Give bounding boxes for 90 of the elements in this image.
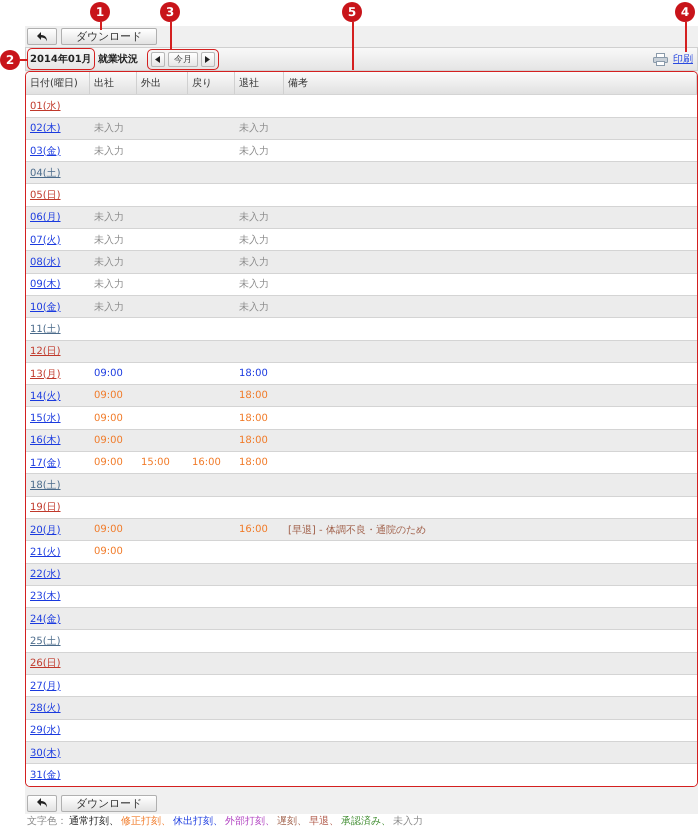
callout-number: 2: [0, 50, 20, 70]
date-link[interactable]: 10(金): [30, 302, 61, 313]
time-cell-text: 未入力: [238, 123, 269, 134]
date-link[interactable]: 05(日): [30, 190, 61, 202]
legend-item: 早退、: [309, 816, 339, 828]
time-cell-text: 18:00: [238, 434, 268, 446]
legend-item: 遅刻、: [277, 816, 307, 828]
time-cell-text: 09:00: [93, 524, 123, 536]
callout-number: 5: [342, 2, 362, 22]
callout-number: 4: [675, 2, 695, 22]
download-button[interactable]: ダウンロード: [61, 794, 157, 812]
legend-item: 承認済み、: [341, 816, 391, 828]
time-cell-text: 未入力: [93, 257, 124, 268]
date-link[interactable]: 12(日): [30, 346, 61, 358]
time-cell-text: 未入力: [238, 212, 269, 224]
date-link[interactable]: 14(火): [30, 390, 61, 402]
back-arrow-icon: [36, 798, 48, 808]
date-link[interactable]: 06(月): [30, 212, 61, 224]
back-arrow-icon: [36, 32, 48, 42]
month-label: 2014年01月: [27, 48, 95, 70]
note-cell-text: [早退] - 体調不良・通院のため: [287, 524, 426, 536]
time-cell-text: 未入力: [238, 302, 269, 313]
time-cell-text: 15:00: [140, 457, 170, 468]
left-triangle-icon: [155, 56, 160, 62]
time-cell-text: 未入力: [93, 234, 124, 246]
callout-number: 3: [160, 2, 180, 22]
print-link[interactable]: 印刷: [673, 52, 693, 66]
date-link[interactable]: 20(月): [30, 524, 61, 536]
date-link[interactable]: 25(土): [30, 636, 61, 648]
date-link[interactable]: 27(月): [30, 680, 61, 692]
time-cell-text: 未入力: [93, 302, 124, 313]
download-button[interactable]: ダウンロード: [61, 28, 157, 45]
date-link[interactable]: 11(土): [30, 324, 61, 335]
callout-number: 1: [90, 2, 110, 22]
time-cell-text: 18:00: [238, 368, 268, 379]
time-cell-text: 09:00: [93, 546, 123, 558]
legend-item: 未入力: [393, 816, 423, 828]
date-link[interactable]: 02(木): [30, 123, 61, 134]
time-cell-text: 未入力: [93, 146, 124, 157]
time-cell-text: 未入力: [93, 123, 124, 134]
next-month-button[interactable]: [200, 52, 215, 66]
right-triangle-icon: [205, 56, 210, 62]
date-link[interactable]: 22(水): [30, 569, 61, 580]
date-link[interactable]: 26(日): [30, 658, 61, 670]
time-cell-text: 18:00: [238, 390, 268, 402]
date-link[interactable]: 03(金): [30, 146, 61, 157]
date-link[interactable]: 23(木): [30, 591, 61, 602]
page-title: 就業状況: [98, 52, 138, 66]
date-link[interactable]: 08(水): [30, 257, 61, 268]
date-link[interactable]: 04(土): [30, 168, 61, 179]
time-cell-text: 未入力: [238, 279, 269, 290]
time-cell-text: 未入力: [238, 146, 269, 157]
date-link[interactable]: 07(火): [30, 234, 61, 246]
date-link[interactable]: 09(木): [30, 279, 61, 290]
time-cell-text: 09:00: [93, 457, 123, 468]
legend-item: 外部打刻、: [225, 816, 275, 828]
date-link[interactable]: 15(水): [30, 413, 61, 424]
legend-label: 文字色：: [27, 816, 67, 828]
time-cell-text: 16:00: [238, 524, 268, 536]
date-link[interactable]: 24(金): [30, 614, 61, 625]
date-link[interactable]: 18(土): [30, 480, 61, 491]
current-month-button[interactable]: 今月: [168, 52, 198, 66]
date-link[interactable]: 19(日): [30, 502, 61, 514]
date-link[interactable]: 31(金): [30, 770, 61, 781]
time-cell-text: 09:00: [93, 390, 123, 402]
legend-item: 修正打刻、: [121, 816, 171, 828]
time-cell-text: 未入力: [238, 234, 269, 246]
date-link[interactable]: 16(木): [30, 435, 61, 446]
time-cell-text: 未入力: [93, 212, 124, 224]
previous-month-button[interactable]: [150, 52, 165, 66]
time-cell-text: 16:00: [191, 457, 221, 468]
printer-icon[interactable]: [653, 52, 668, 66]
legend-item: 休出打刻、: [173, 816, 223, 828]
date-link[interactable]: 17(金): [30, 458, 61, 469]
time-cell-text: 18:00: [238, 412, 268, 424]
date-link[interactable]: 01(水): [30, 100, 61, 112]
time-cell-text: 09:00: [93, 368, 123, 379]
time-cell-text: 09:00: [93, 412, 123, 424]
date-link[interactable]: 29(水): [30, 725, 61, 736]
legend-item: 通常打刻、: [69, 816, 119, 828]
time-cell-text: 未入力: [238, 257, 269, 268]
date-link[interactable]: 13(月): [30, 368, 61, 380]
time-cell-text: 未入力: [93, 279, 124, 290]
time-cell-text: 09:00: [93, 434, 123, 446]
date-link[interactable]: 30(木): [30, 748, 61, 759]
back-button[interactable]: [27, 794, 57, 812]
time-cell-text: 18:00: [238, 457, 268, 468]
date-link[interactable]: 21(火): [30, 546, 61, 558]
date-link[interactable]: 28(火): [30, 702, 61, 714]
back-button[interactable]: [27, 28, 57, 45]
